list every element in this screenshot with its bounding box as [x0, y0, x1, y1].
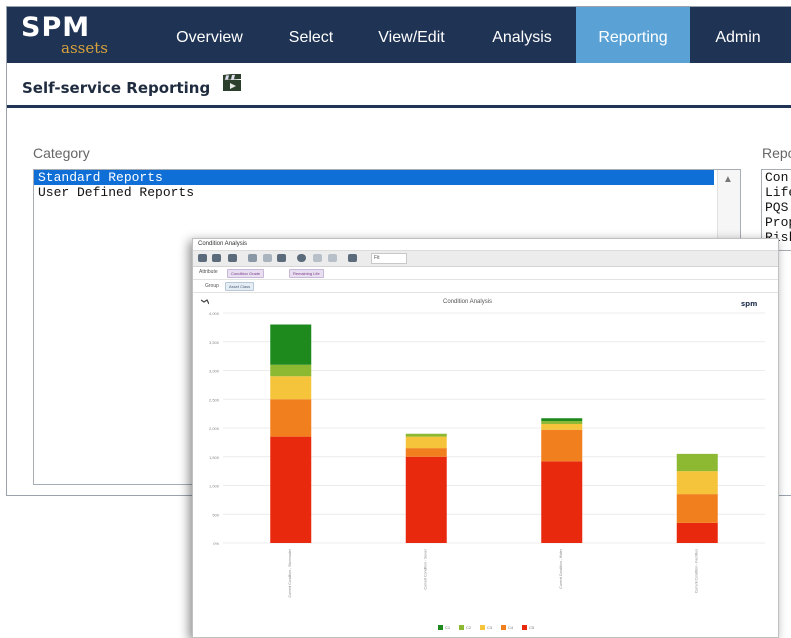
legend-label: C5 — [529, 625, 535, 630]
nav-tab-select[interactable]: Select — [271, 7, 351, 63]
report-item[interactable]: Lifec — [762, 185, 791, 200]
legend-label: C1 — [445, 625, 451, 630]
scroll-up-arrow-icon[interactable]: ▲ — [723, 174, 733, 185]
y-tick-label: 2,000 — [209, 426, 220, 431]
y-tick-label: 1,500 — [209, 455, 220, 460]
nav-tab-admin[interactable]: Admin — [697, 7, 779, 63]
report-window-title: Condition Analysis — [198, 241, 248, 247]
y-tick-label: 3,500 — [209, 340, 220, 345]
legend-label: C2 — [466, 625, 472, 630]
report-item[interactable]: Prop — [762, 215, 791, 230]
bar-segment[interactable] — [676, 522, 718, 543]
nav-tab-view-edit[interactable]: View/Edit — [359, 7, 464, 63]
y-tick-label: 3,000 — [209, 369, 220, 374]
top-nav-bar: SPM assets Overview Select View/Edit Ana… — [7, 7, 791, 63]
report-toolbar: Fit — [193, 250, 778, 267]
filter-chip[interactable]: Asset Class — [225, 282, 255, 291]
bar-segment[interactable] — [541, 461, 583, 543]
chart-area: Condition Analysis spm 0% 500 1,000 1,500 2,… — [193, 293, 778, 637]
film-clapper-icon — [223, 74, 241, 91]
x-category-label: Current Condition - Stormwater — [288, 548, 292, 597]
legend-swatch — [501, 625, 506, 630]
first-page-icon[interactable] — [313, 254, 322, 262]
bar-segment[interactable] — [270, 364, 312, 377]
category-item-standard-reports[interactable]: Standard Reports — [34, 170, 714, 185]
filter-chip[interactable]: Condition Grade — [227, 269, 265, 278]
attribute-filter-label: Attribute — [199, 269, 218, 275]
layout-icon[interactable] — [348, 254, 357, 262]
bar-segment[interactable] — [676, 494, 718, 523]
y-tick-label: 4,000 — [209, 311, 220, 316]
y-tick-label: 2,500 — [209, 397, 220, 402]
legend-label: C3 — [487, 625, 493, 630]
bar-segment[interactable] — [405, 448, 447, 457]
nav-tab-overview[interactable]: Overview — [157, 7, 262, 63]
x-category-label: Current Condition - Sewer — [423, 548, 427, 589]
back-icon[interactable] — [248, 254, 257, 262]
legend-swatch — [522, 625, 527, 630]
bar-segment[interactable] — [270, 324, 312, 365]
legend-swatch — [438, 625, 443, 630]
bar-segment[interactable] — [676, 453, 718, 472]
legend-swatch — [459, 625, 464, 630]
x-category-label: Current Condition - Water — [559, 548, 563, 589]
bar-segment[interactable] — [541, 418, 583, 422]
category-label: Category — [33, 145, 90, 161]
nav-tab-analysis[interactable]: Analysis — [472, 7, 572, 63]
bar-segment[interactable] — [541, 429, 583, 462]
refresh-icon[interactable] — [277, 254, 286, 262]
logo-subtext: assets — [61, 39, 108, 57]
stop-icon[interactable] — [297, 254, 306, 262]
bar-segment[interactable] — [405, 456, 447, 543]
bar-segment[interactable] — [541, 421, 583, 424]
group-filter-label: Group — [205, 283, 219, 289]
bar-segment[interactable] — [270, 376, 312, 400]
print-icon[interactable] — [198, 254, 207, 262]
y-tick-label: 1,000 — [209, 484, 220, 489]
legend-swatch — [480, 625, 485, 630]
attribute-filter-row: Attribute Condition Grade Remaining Life — [193, 266, 778, 280]
y-tick-label: 500 — [212, 512, 219, 517]
bar-segment[interactable] — [270, 436, 312, 543]
y-tick-label: 0% — [213, 541, 219, 546]
zoom-select[interactable]: Fit — [371, 253, 407, 264]
bar-segment[interactable] — [270, 399, 312, 437]
last-page-icon[interactable] — [328, 254, 337, 262]
x-category-label: Current Condition - Facilities — [694, 549, 698, 593]
filter-chip[interactable]: Remaining Life — [289, 269, 324, 278]
stacked-bar-chart: 0% 500 1,000 1,500 2,000 2,500 3,000 3,500 4,000… — [209, 311, 765, 630]
legend-label: C4 — [508, 625, 514, 630]
page-title: Self-service Reporting — [22, 79, 211, 97]
save-icon[interactable] — [228, 254, 237, 262]
nav-tab-reporting[interactable]: Reporting — [576, 7, 690, 63]
bar-segment[interactable] — [676, 471, 718, 495]
bar-segment[interactable] — [541, 423, 583, 430]
spm-assets-logo[interactable]: SPM assets — [21, 13, 121, 57]
bar-segment[interactable] — [405, 436, 447, 449]
reports-label: Repo — [762, 145, 791, 161]
report-item[interactable]: Con — [762, 170, 791, 185]
group-filter-row: Group Asset Class — [193, 280, 778, 293]
report-preview-window: Condition Analysis Fit Attribute Conditi… — [192, 238, 779, 638]
bar-segment[interactable] — [405, 433, 447, 437]
export-icon[interactable] — [212, 254, 221, 262]
page-header: Self-service Reporting — [7, 63, 791, 108]
category-item-user-defined-reports[interactable]: User Defined Reports — [34, 185, 740, 200]
forward-icon[interactable] — [263, 254, 272, 262]
report-item[interactable]: PQS — [762, 200, 791, 215]
